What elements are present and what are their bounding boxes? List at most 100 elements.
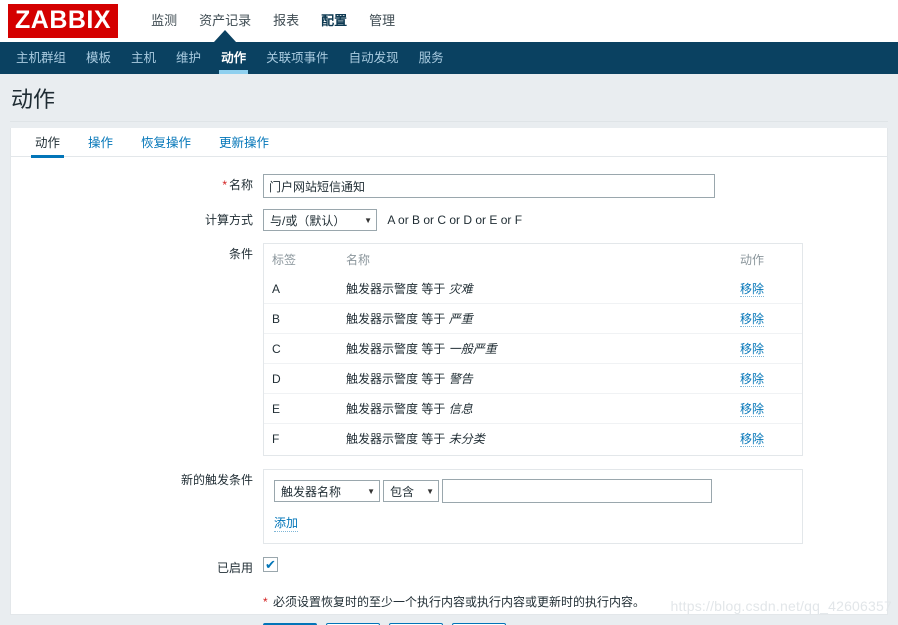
label-new-condition: 新的触发条件 xyxy=(11,469,263,491)
subnav-item-host-groups[interactable]: 主机群组 xyxy=(6,42,76,74)
table-row: E 触发器示警度 等于 信息 移除 xyxy=(264,394,802,424)
column-header-action: 动作 xyxy=(732,250,802,274)
calculation-select-value: 与/或（默认） xyxy=(270,212,345,229)
active-menu-pointer-icon xyxy=(214,30,236,42)
condition-expression: 触发器示警度 等于 xyxy=(346,372,445,386)
remove-condition-link[interactable]: 移除 xyxy=(740,432,764,447)
tab-action[interactable]: 动作 xyxy=(21,128,74,157)
zabbix-logo[interactable]: ZABBIX xyxy=(8,4,118,38)
name-input[interactable] xyxy=(263,174,715,198)
subnav-item-maintenance[interactable]: 维护 xyxy=(166,42,211,74)
required-marker-hint: * xyxy=(263,595,268,609)
condition-action: 移除 xyxy=(732,304,802,334)
new-condition-value-input[interactable] xyxy=(442,479,712,503)
condition-name: 触发器示警度 等于 严重 xyxy=(338,304,732,334)
label-name-text: 名称 xyxy=(229,178,253,192)
table-row: B 触发器示警度 等于 严重 移除 xyxy=(264,304,802,334)
check-icon: ✔ xyxy=(265,558,276,571)
main-menu-item-monitoring[interactable]: 监测 xyxy=(140,0,188,42)
field-row-new-condition: 新的触发条件 触发器名称 ▼ 包含 ▼ xyxy=(11,469,887,544)
condition-expression: 触发器示警度 等于 xyxy=(346,342,445,356)
table-row: D 触发器示警度 等于 警告 移除 xyxy=(264,364,802,394)
condition-value: 信息 xyxy=(449,402,473,416)
chevron-down-icon: ▼ xyxy=(426,487,434,496)
watermark: https://blog.csdn.net/qq_42606357 xyxy=(671,598,892,614)
conditions-header-row: 标签 名称 动作 xyxy=(264,250,802,274)
condition-action: 移除 xyxy=(732,334,802,364)
condition-tag: C xyxy=(264,334,338,364)
enabled-checkbox[interactable]: ✔ xyxy=(263,557,278,572)
remove-condition-link[interactable]: 移除 xyxy=(740,402,764,417)
subnav-item-discovery[interactable]: 自动发现 xyxy=(339,42,409,74)
subnav-item-event-correlation[interactable]: 关联项事件 xyxy=(256,42,339,74)
main-menu-item-configuration[interactable]: 配置 xyxy=(310,0,358,42)
main-menu: 监测 资产记录 报表 配置 管理 xyxy=(140,0,406,42)
chevron-down-icon: ▼ xyxy=(367,487,375,496)
field-control-name xyxy=(263,174,887,198)
new-condition-operator-select[interactable]: 包含 ▼ xyxy=(383,480,439,502)
tab-update-operations[interactable]: 更新操作 xyxy=(205,128,283,157)
field-control-new-condition: 触发器名称 ▼ 包含 ▼ 添加 xyxy=(263,469,887,544)
subnav-item-actions[interactable]: 动作 xyxy=(211,42,256,74)
action-form-card: 动作 操作 恢复操作 更新操作 *名称 计算方式 与/或（默认） ▼ xyxy=(10,128,888,615)
condition-action: 移除 xyxy=(732,274,802,304)
column-header-tag: 标签 xyxy=(264,250,338,274)
condition-name: 触发器示警度 等于 未分类 xyxy=(338,424,732,454)
conditions-table-head: 标签 名称 动作 xyxy=(264,250,802,274)
subnav-item-hosts[interactable]: 主机 xyxy=(121,42,166,74)
condition-expression: 触发器示警度 等于 xyxy=(346,312,445,326)
condition-expression: 触发器示警度 等于 xyxy=(346,432,445,446)
conditions-box: 标签 名称 动作 A 触发器示警度 等于 灾难 移除 xyxy=(263,243,803,456)
new-condition-type-value: 触发器名称 xyxy=(281,483,341,500)
condition-tag: A xyxy=(264,274,338,304)
table-row: A 触发器示警度 等于 灾难 移除 xyxy=(264,274,802,304)
form-tabs: 动作 操作 恢复操作 更新操作 xyxy=(11,128,887,157)
condition-expression: 触发器示警度 等于 xyxy=(346,402,445,416)
condition-name: 触发器示警度 等于 警告 xyxy=(338,364,732,394)
label-enabled: 已启用 xyxy=(11,557,263,579)
main-menu-item-administration[interactable]: 管理 xyxy=(358,0,406,42)
condition-name: 触发器示警度 等于 信息 xyxy=(338,394,732,424)
sub-navigation: 主机群组 模板 主机 维护 动作 关联项事件 自动发现 服务 xyxy=(0,42,898,74)
subnav-item-services[interactable]: 服务 xyxy=(409,42,454,74)
condition-name: 触发器示警度 等于 一般严重 xyxy=(338,334,732,364)
action-form: *名称 计算方式 与/或（默认） ▼ A or B or C or D or E… xyxy=(11,160,887,625)
calculation-select[interactable]: 与/或（默认） ▼ xyxy=(263,209,377,231)
remove-condition-link[interactable]: 移除 xyxy=(740,342,764,357)
field-control-calculation: 与/或（默认） ▼ A or B or C or D or E or F xyxy=(263,209,887,231)
subnav-item-templates[interactable]: 模板 xyxy=(76,42,121,74)
condition-value: 警告 xyxy=(449,372,473,386)
label-conditions: 条件 xyxy=(11,243,263,265)
main-menu-item-reports[interactable]: 报表 xyxy=(262,0,310,42)
condition-tag: E xyxy=(264,394,338,424)
remove-condition-link[interactable]: 移除 xyxy=(740,282,764,297)
label-name: *名称 xyxy=(11,174,263,196)
condition-expression: 触发器示警度 等于 xyxy=(346,282,445,296)
title-divider xyxy=(10,121,888,122)
remove-condition-link[interactable]: 移除 xyxy=(740,312,764,327)
condition-tag: D xyxy=(264,364,338,394)
condition-tag: F xyxy=(264,424,338,454)
field-control-enabled: ✔ xyxy=(263,557,887,572)
remove-condition-link[interactable]: 移除 xyxy=(740,372,764,387)
page-title: 动作 xyxy=(11,82,55,114)
top-header: ZABBIX 监测 资产记录 报表 配置 管理 xyxy=(0,0,898,42)
required-marker-name: * xyxy=(222,178,227,192)
table-row: C 触发器示警度 等于 一般严重 移除 xyxy=(264,334,802,364)
field-row-name: *名称 xyxy=(11,174,887,198)
condition-name: 触发器示警度 等于 灾难 xyxy=(338,274,732,304)
tab-recovery-operations[interactable]: 恢复操作 xyxy=(127,128,205,157)
condition-value: 一般严重 xyxy=(449,342,497,356)
add-condition-link[interactable]: 添加 xyxy=(274,514,298,532)
condition-action: 移除 xyxy=(732,364,802,394)
column-header-name: 名称 xyxy=(338,250,732,274)
conditions-table: 标签 名称 动作 A 触发器示警度 等于 灾难 移除 xyxy=(264,250,802,453)
new-condition-type-select[interactable]: 触发器名称 ▼ xyxy=(274,480,380,502)
condition-tag: B xyxy=(264,304,338,334)
new-condition-row: 触发器名称 ▼ 包含 ▼ xyxy=(274,479,792,503)
app-root: ZABBIX 监测 资产记录 报表 配置 管理 主机群组 模板 主机 维护 动作… xyxy=(0,0,898,625)
tab-operations[interactable]: 操作 xyxy=(74,128,127,157)
conditions-table-body: A 触发器示警度 等于 灾难 移除 B 触发器示警度 等于 严重 移除 xyxy=(264,274,802,453)
field-control-conditions: 标签 名称 动作 A 触发器示警度 等于 灾难 移除 xyxy=(263,243,887,456)
calculation-formula: A or B or C or D or E or F xyxy=(387,209,522,231)
